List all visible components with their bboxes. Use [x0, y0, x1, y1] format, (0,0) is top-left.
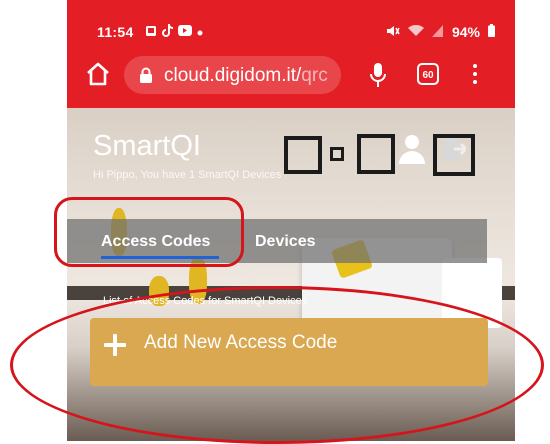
tiktok-icon — [162, 24, 173, 40]
active-tab-indicator — [101, 256, 219, 259]
status-time: 11:54 — [97, 24, 134, 40]
dot-icon — [197, 25, 203, 39]
user-icon[interactable] — [399, 134, 425, 164]
app-title: SmartQI — [93, 130, 201, 162]
browser-chrome: 11:54 94% cloud.digidom.it/qrc 60 — [67, 0, 515, 108]
web-page: SmartQI Hi Pippo, You have 1 SmartQI Dev… — [67, 108, 515, 441]
url-path: qrc — [301, 65, 328, 86]
tab-bar: Access Codes Devices — [67, 219, 487, 263]
url-host: cloud.digidom.it/ — [164, 65, 302, 86]
address-bar-row: cloud.digidom.it/qrc 60 — [67, 52, 515, 98]
status-bar: 11:54 94% — [67, 0, 515, 44]
list-caption: List of Access Codes for SmartQI Devices — [103, 295, 308, 307]
lock-icon — [139, 67, 153, 83]
tab-access-codes[interactable]: Access Codes — [101, 233, 210, 251]
battery-icon — [488, 24, 495, 40]
gallery-icon — [145, 25, 157, 40]
signal-icon — [431, 24, 444, 40]
plus-icon — [104, 334, 126, 356]
logout-icon[interactable] — [442, 136, 469, 162]
microphone-icon[interactable] — [370, 62, 386, 88]
add-access-code-label: Add New Access Code — [144, 332, 338, 353]
wall-frame-2 — [330, 147, 344, 161]
wall-frame-1 — [284, 136, 322, 174]
tabs-count-button[interactable]: 60 — [417, 63, 439, 85]
welcome-subtitle: Hi Pippo, You have 1 SmartQI Devices — [93, 169, 282, 181]
url-text: cloud.digidom.it/qrc — [164, 65, 328, 87]
home-icon[interactable] — [85, 61, 111, 87]
wall-frame-3 — [357, 134, 395, 174]
phone-screen: 11:54 94% cloud.digidom.it/qrc 60 SmartQ… — [67, 0, 515, 441]
mute-icon — [386, 25, 400, 40]
url-field[interactable]: cloud.digidom.it/qrc — [124, 56, 341, 94]
battery-percent: 94% — [451, 24, 480, 40]
status-right: 94% — [386, 24, 495, 40]
notification-icons — [145, 24, 203, 40]
wifi-icon — [407, 24, 424, 40]
youtube-icon — [178, 25, 192, 39]
tab-devices[interactable]: Devices — [255, 233, 316, 251]
add-access-code-button[interactable]: Add New Access Code — [90, 318, 488, 386]
more-menu-icon[interactable] — [472, 64, 478, 88]
